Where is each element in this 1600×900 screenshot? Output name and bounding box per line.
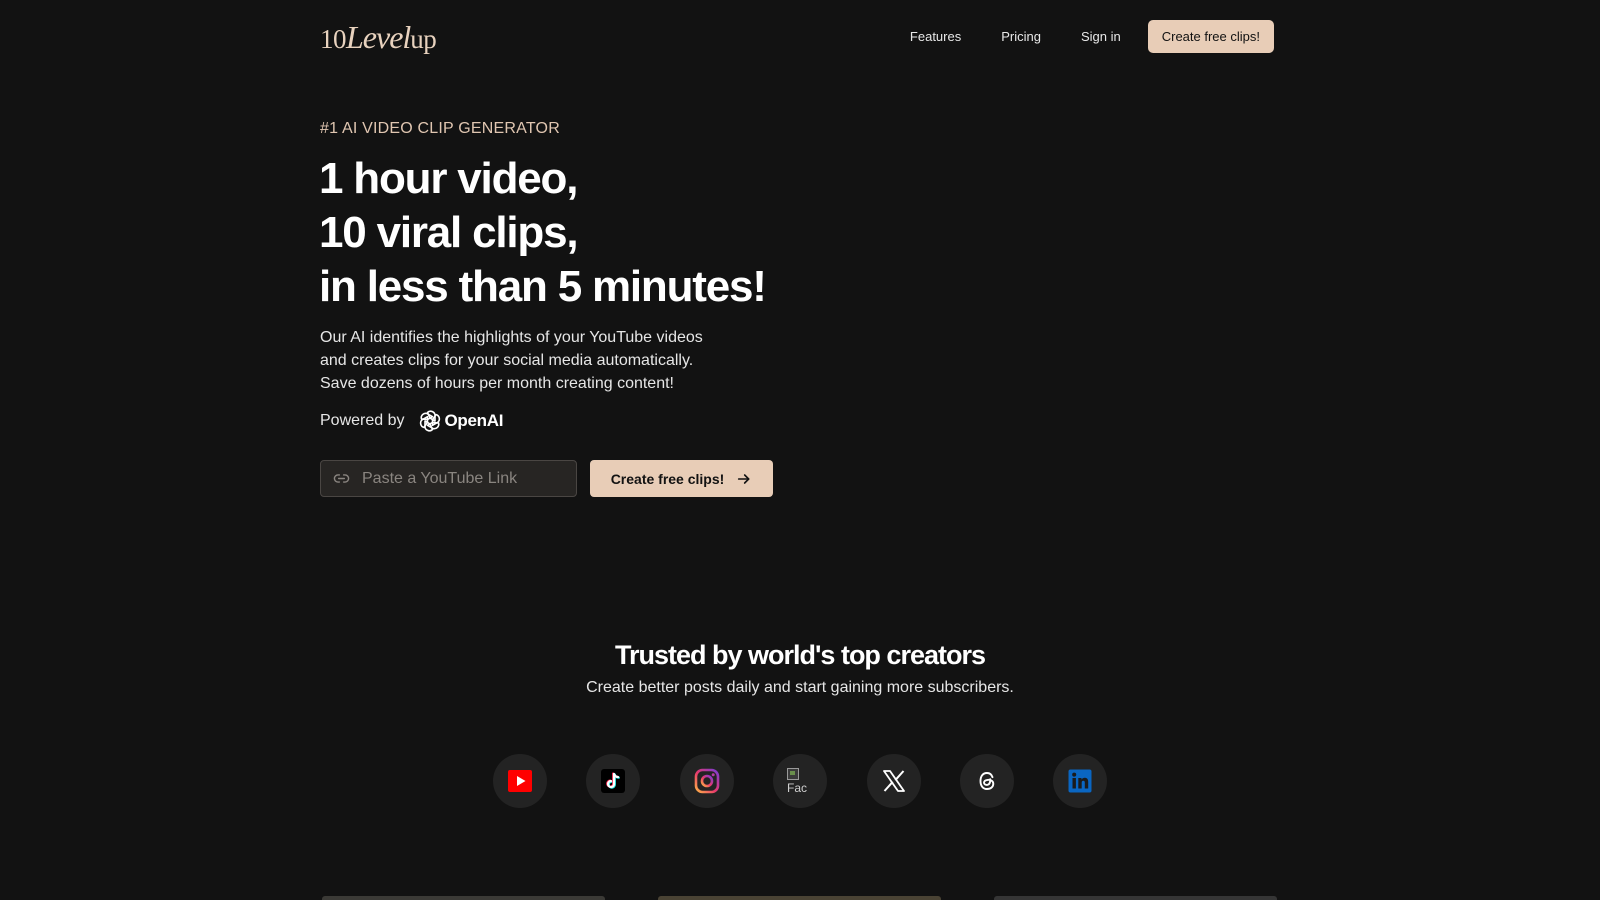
youtube-link-input[interactable] — [360, 468, 560, 489]
facebook-icon: Fac — [787, 768, 813, 794]
hero-create-clips-button[interactable]: Create free clips! — [590, 460, 773, 497]
social-facebook[interactable]: Fac — [773, 754, 827, 808]
youtube-link-field[interactable] — [320, 460, 577, 497]
openai-icon — [419, 410, 440, 432]
description-line-1: Our AI identifies the highlights of your… — [320, 329, 703, 346]
trusted-subtitle: Create better posts daily and start gain… — [586, 679, 1014, 696]
social-threads[interactable] — [960, 754, 1014, 808]
description-line-2: and creates clips for your social media … — [320, 352, 694, 369]
hero-create-clips-label: Create free clips! — [610, 470, 725, 487]
facebook-icon-alt: Fac — [787, 781, 808, 794]
nav-link-features[interactable]: Features — [910, 29, 961, 44]
social-platforms: Fac — [493, 754, 1107, 808]
headline-line-3: in less than 5 minutes! — [319, 262, 767, 311]
social-x[interactable] — [867, 754, 921, 808]
social-linkedin[interactable] — [1053, 754, 1107, 808]
headline-line-1: 1 hour video, — [319, 154, 578, 203]
openai-name: OpenAI — [444, 411, 504, 430]
x-icon — [883, 770, 905, 792]
headline-line-2: 10 viral clips, — [319, 208, 579, 257]
nav-links: Features Pricing Sign in Create free cli… — [910, 19, 1274, 53]
logo-level: Level — [346, 19, 411, 55]
linkedin-icon — [1068, 769, 1092, 793]
nav-link-sign-in[interactable]: Sign in — [1081, 29, 1121, 44]
youtube-icon — [508, 770, 532, 792]
hero-eyebrow: #1 AI VIDEO CLIP GENERATOR — [320, 120, 560, 137]
top-nav: 10 Level up Features Pricing Sign in Creat… — [320, 19, 1274, 53]
openai-brand: OpenAI — [418, 409, 504, 433]
arrow-right-icon — [738, 473, 750, 484]
preview-card — [658, 896, 941, 900]
powered-by: Powered by OpenAI — [320, 409, 503, 433]
logo[interactable]: 10 Level up — [320, 19, 437, 55]
logo-suffix: up — [410, 24, 437, 54]
link-icon — [333, 474, 350, 483]
preview-card — [994, 896, 1277, 900]
social-instagram[interactable] — [680, 754, 734, 808]
hero-headline: 1 hour video, 10 viral clips, in less th… — [319, 152, 767, 314]
powered-by-label: Powered by — [320, 412, 405, 429]
social-tiktok[interactable] — [586, 754, 640, 808]
threads-icon — [979, 772, 995, 790]
trusted-title: Trusted by world's top creators — [614, 640, 986, 670]
nav-create-clips-button[interactable]: Create free clips! — [1147, 19, 1274, 53]
instagram-icon — [694, 768, 720, 794]
tiktok-icon — [601, 769, 625, 793]
logo-prefix: 10 — [320, 24, 347, 54]
description-line-3: Save dozens of hours per month creating … — [320, 375, 674, 392]
nav-link-pricing[interactable]: Pricing — [1001, 29, 1041, 44]
social-youtube[interactable] — [493, 754, 547, 808]
hero-description: Our AI identifies the highlights of your… — [320, 326, 740, 395]
preview-card — [322, 896, 605, 900]
